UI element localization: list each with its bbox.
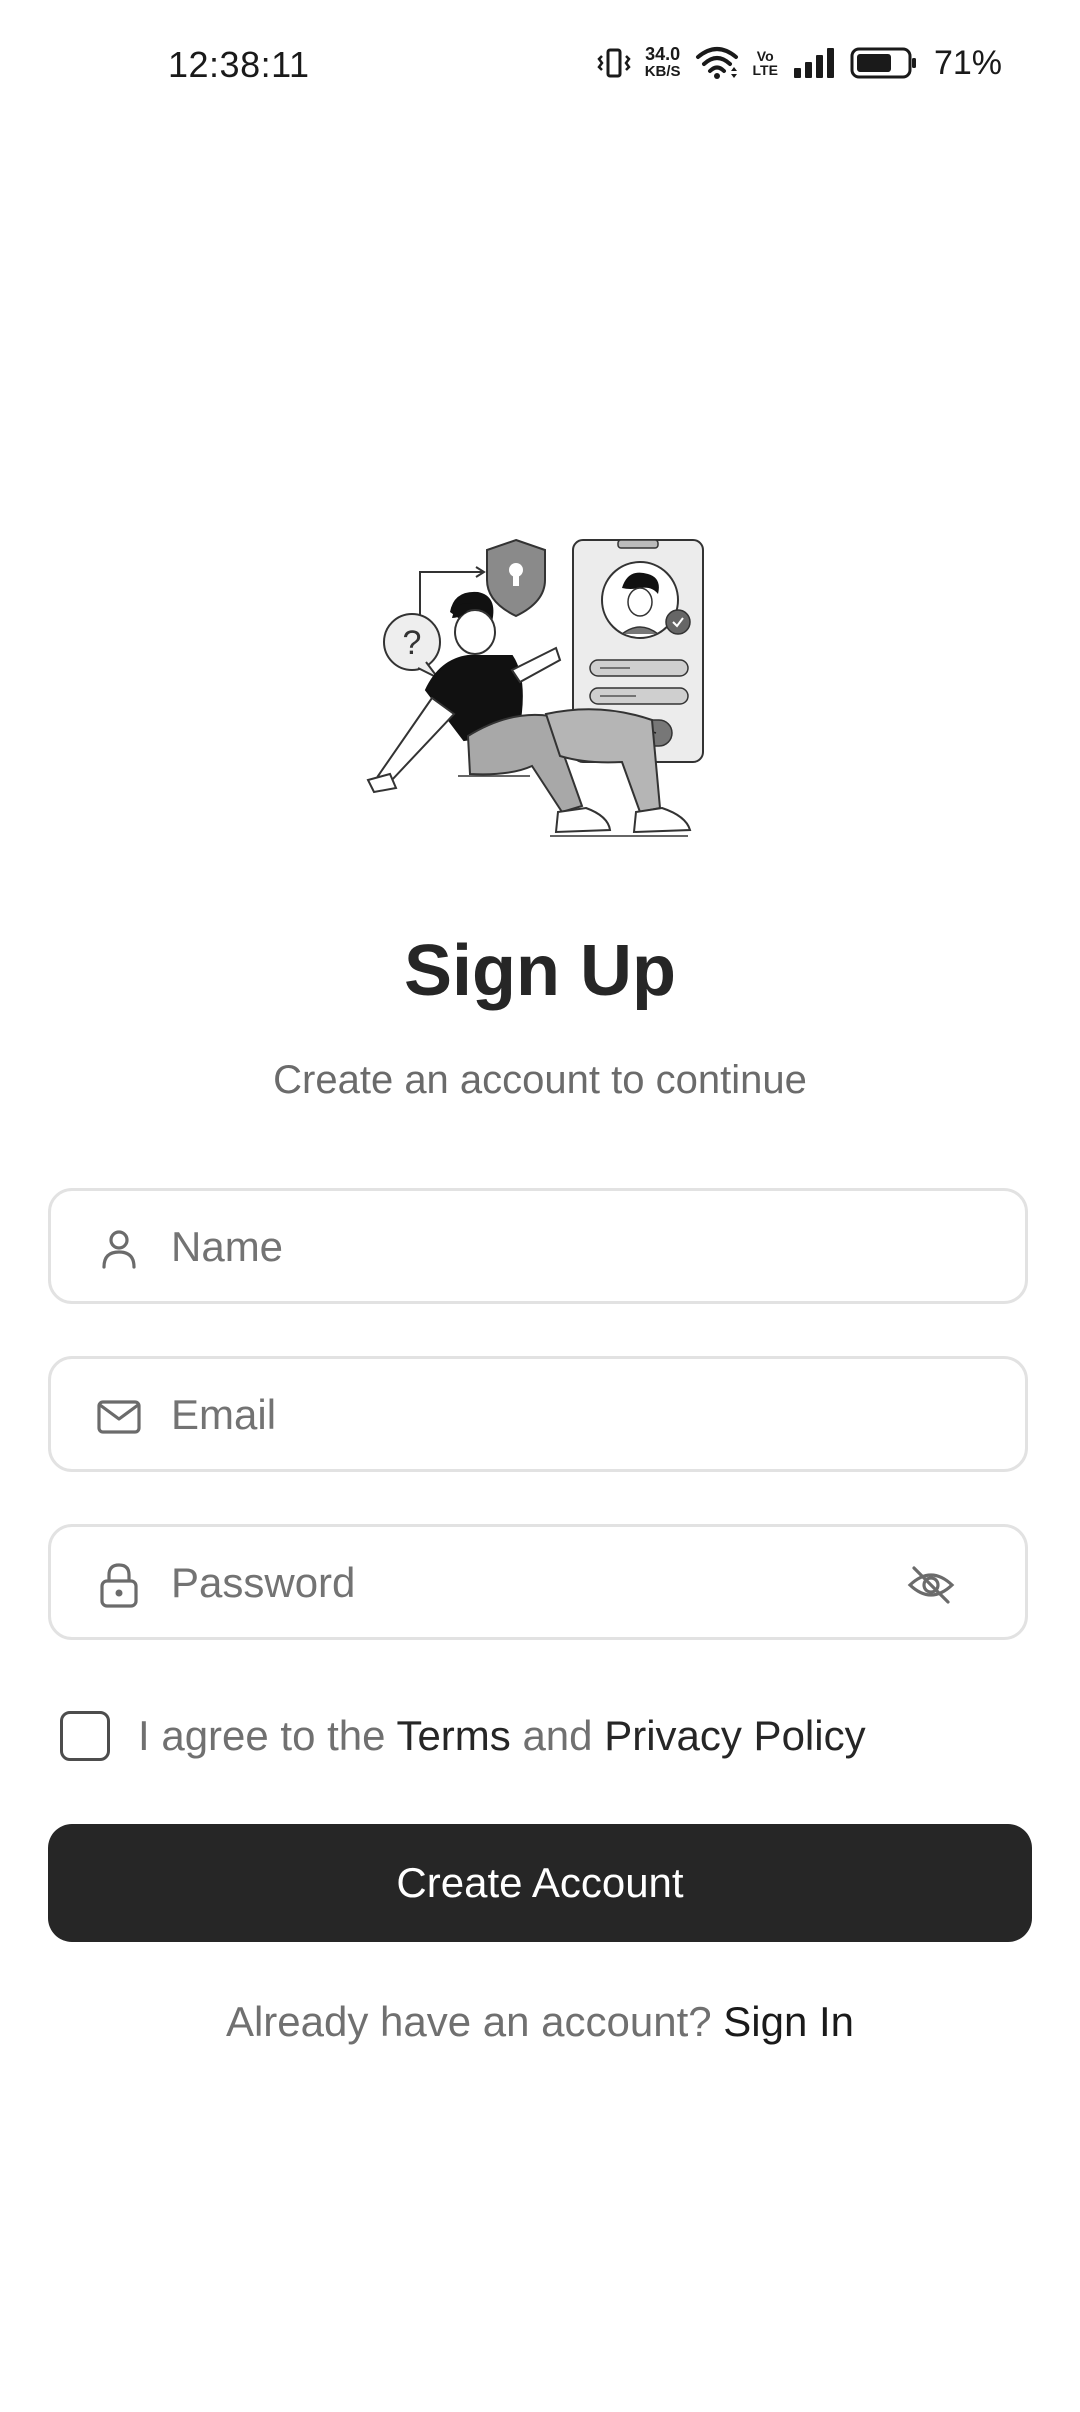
signin-prompt-text: Already have an account? [225,1998,712,2045]
signal-icon [792,46,836,80]
name-input[interactable] [169,1191,933,1303]
create-account-button[interactable]: Create Account [48,1824,1032,1942]
terms-agreement: I agree to the Terms and Privacy Policy [60,1706,866,1766]
network-speed-unit: KB/S [644,63,681,80]
email-field[interactable] [48,1356,1028,1472]
lock-icon [95,1561,143,1609]
volte-bottom: LTE [752,62,778,78]
mail-icon [95,1393,143,1441]
network-speed-value: 34.0 [645,44,681,64]
terms-prefix: I agree to the [138,1712,386,1759]
wifi-icon [695,45,739,81]
volte-indicator: Vo LTE [753,49,778,77]
vibrate-icon [597,46,631,80]
status-time: 12:38:11 [168,44,310,85]
terms-and: and [522,1712,593,1759]
signup-illustration: ? [360,530,720,860]
name-field[interactable] [48,1188,1028,1304]
battery-icon [850,46,918,80]
password-field[interactable] [48,1524,1028,1640]
status-bar: 12:38:11 34.0 KB/S Vo LTE 71% [0,0,1080,140]
email-input[interactable] [169,1359,933,1471]
terms-link[interactable]: Terms [396,1712,510,1759]
eye-off-icon[interactable] [907,1561,955,1609]
page-title: Sign Up [404,931,676,1011]
battery-percent: 71% [933,43,1002,82]
page-subtitle: Create an account to continue [273,1058,807,1102]
volte-top: Vo [756,48,774,64]
signin-link[interactable]: Sign In [723,1998,854,2045]
password-input[interactable] [169,1527,813,1639]
network-speed: 34.0 KB/S [645,45,681,81]
svg-text:?: ? [403,624,422,662]
terms-text: I agree to the Terms and Privacy Policy [138,1712,866,1760]
terms-checkbox[interactable] [60,1711,110,1761]
user-icon [95,1225,143,1273]
battery-level-fill [856,54,891,72]
privacy-policy-link[interactable]: Privacy Policy [604,1712,865,1759]
signin-prompt: Already have an account? Sign In [0,1998,1080,2046]
status-icons: 34.0 KB/S Vo LTE 71% [597,40,1002,86]
